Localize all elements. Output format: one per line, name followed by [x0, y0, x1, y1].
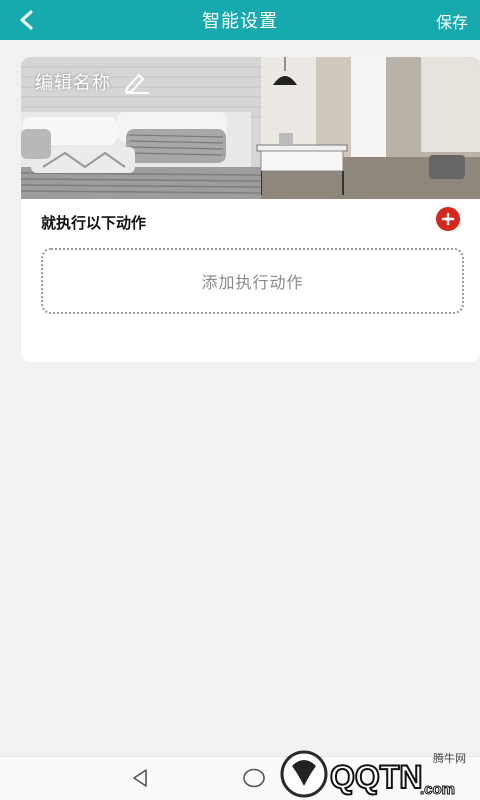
plus-icon: [441, 212, 455, 226]
svg-text:QQTN: QQTN: [330, 759, 422, 795]
watermark-site-label: 腾牛网: [433, 752, 466, 765]
page-title: 智能设置: [202, 11, 278, 32]
scene-card: 编辑名称 就执行以下动作 添加执行动作: [21, 57, 480, 362]
scene-name-row: 编辑名称: [35, 69, 151, 95]
add-action-label: 添加执行动作: [201, 273, 304, 292]
pencil-icon[interactable]: [123, 70, 151, 94]
save-button[interactable]: 保存: [436, 9, 468, 33]
circle-home-icon[interactable]: [242, 767, 266, 789]
plus-circle-icon[interactable]: [436, 207, 460, 231]
chevron-left-icon: [20, 10, 33, 30]
add-action-button[interactable]: 添加执行动作: [41, 248, 464, 314]
site-watermark: QQTN .com 腾牛网: [270, 744, 480, 800]
triangle-back-icon[interactable]: [129, 767, 151, 789]
back-button[interactable]: [12, 6, 42, 34]
scene-cover-image: 编辑名称: [21, 57, 480, 199]
scene-name[interactable]: 编辑名称: [35, 69, 111, 95]
actions-section-title: 就执行以下动作: [41, 214, 147, 232]
svg-text:.com: .com: [420, 781, 455, 798]
app-header: 智能设置 保存: [0, 0, 480, 40]
